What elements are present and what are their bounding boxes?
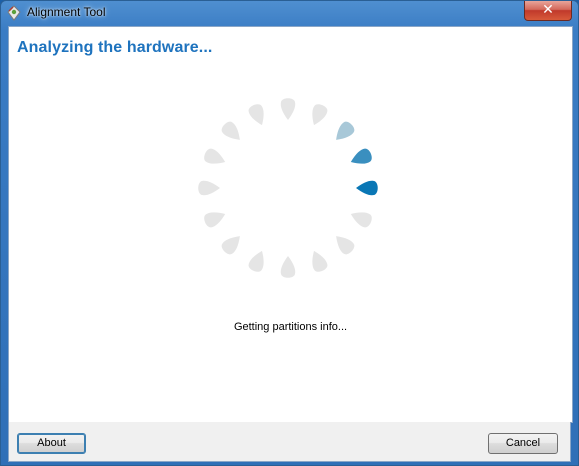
spinner-petal [350, 148, 372, 164]
close-button[interactable]: ✕ [524, 1, 572, 21]
about-button[interactable]: About [17, 433, 86, 454]
cancel-button[interactable]: Cancel [488, 433, 558, 454]
spinner-petal [312, 250, 328, 272]
spinner-petal [198, 180, 220, 196]
spinner-petal [336, 121, 355, 140]
app-icon [7, 5, 21, 21]
spinner-petal [280, 256, 296, 278]
window-title: Alignment Tool [27, 5, 106, 19]
close-icon: ✕ [542, 2, 554, 18]
footer-bar: About Cancel [8, 422, 571, 462]
spinner-petal [221, 236, 240, 255]
spinner-petal [336, 236, 355, 255]
spinner-petal [350, 212, 372, 228]
spinner-petal [204, 212, 226, 228]
spinner-petal [356, 180, 378, 196]
wizard-content: Analyzing the hardware... Getting partit… [8, 26, 573, 423]
application-window: Alignment Tool ✕ Analyzing the hardware.… [0, 0, 579, 466]
status-text: Getting partitions info... [233, 321, 348, 333]
loading-spinner [198, 98, 378, 278]
spinner-petal [248, 104, 264, 126]
spinner-petal [221, 121, 240, 140]
spinner-petal [280, 98, 296, 120]
title-bar[interactable]: Alignment Tool ✕ [1, 1, 578, 25]
spinner-petal [312, 104, 328, 126]
spinner-petal [248, 250, 264, 272]
spinner-petal [204, 148, 226, 164]
